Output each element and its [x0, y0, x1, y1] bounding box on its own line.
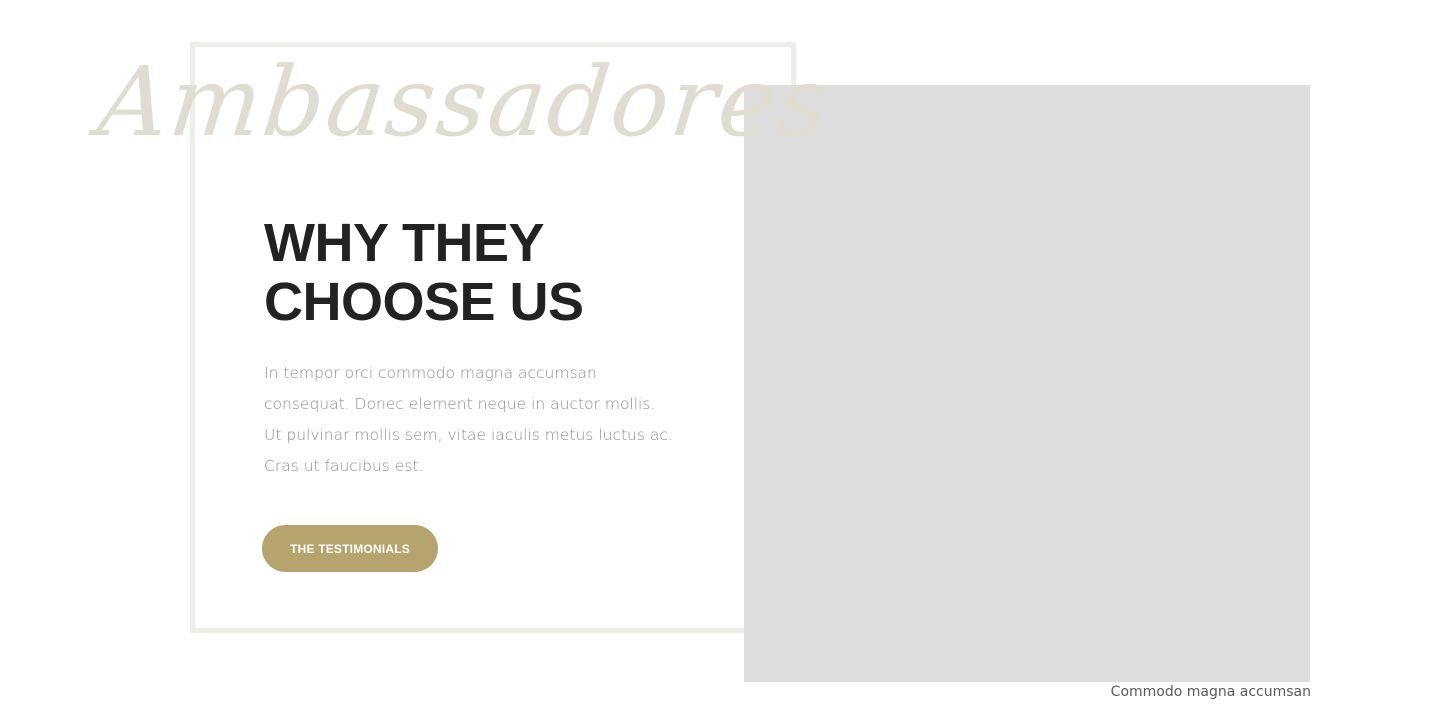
image-caption: Commodo magna accumsan: [1110, 684, 1311, 700]
ambassador-image: [744, 85, 1310, 682]
description-line: Ut pulvinar mollis sem, vitae iaculis me…: [264, 426, 673, 444]
heading-line: WHY THEY: [264, 213, 545, 273]
description-line: consequat. Donec element neque in auctor…: [264, 395, 656, 413]
testimonials-button[interactable]: THE TESTIMONIALS: [262, 525, 438, 572]
heading-line: CHOOSE US: [264, 272, 584, 332]
why-choose-us-section: Ambassadores WHY THEY CHOOSE US In tempo…: [0, 0, 1440, 726]
script-title: Ambassadores: [93, 46, 835, 158]
description-line: Cras ut faucibus est.: [264, 457, 424, 475]
description-line: In tempor orci commodo magna accumsan: [264, 364, 597, 382]
section-heading: WHY THEY CHOOSE US: [264, 214, 584, 332]
section-description: In tempor orci commodo magna accumsan co…: [264, 358, 673, 482]
